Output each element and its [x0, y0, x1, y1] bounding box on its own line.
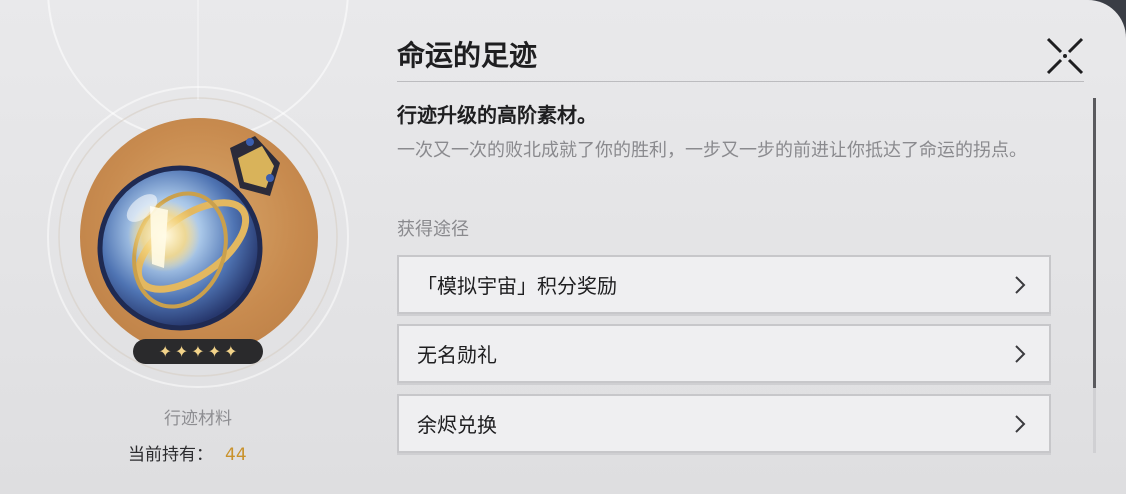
owned-count-row: 当前持有： 44	[128, 440, 247, 465]
item-subtitle: 行迹升级的高阶素材。	[397, 103, 597, 127]
close-button[interactable]	[1044, 35, 1086, 77]
star-icon: ✦	[191, 342, 205, 361]
chevron-right-icon	[1005, 344, 1035, 364]
sources-heading: 获得途径	[397, 219, 469, 240]
item-description: 一次又一次的败北成就了你的胜利，一步又一步的前进让你抵达了命运的拐点。	[397, 140, 1027, 161]
source-button-nameless-honor[interactable]: 无名勋礼	[397, 324, 1051, 383]
title-divider	[397, 81, 1084, 82]
item-detail-panel: ✦ ✦ ✦ ✦ ✦ 行迹材料 当前持有： 44 命运的足迹 行迹升级的高阶素材。 一次又一…	[0, 0, 1126, 494]
owned-count: 44	[225, 445, 247, 465]
source-label: 无名勋礼	[417, 343, 497, 367]
chevron-right-icon	[1005, 275, 1035, 295]
source-button-embers-exchange[interactable]: 余烬兑换	[397, 394, 1051, 453]
scrollbar-thumb[interactable]	[1093, 98, 1096, 388]
source-label: 余烬兑换	[417, 413, 497, 437]
owned-label: 当前持有：	[128, 445, 213, 465]
star-icon: ✦	[207, 342, 222, 361]
source-button-simulated-universe[interactable]: 「模拟宇宙」积分奖励	[397, 255, 1051, 314]
rarity-stars: ✦ ✦ ✦ ✦ ✦	[133, 339, 263, 364]
item-category: 行迹材料	[164, 409, 232, 429]
star-icon: ✦	[174, 342, 189, 361]
item-title: 命运的足迹	[397, 39, 538, 72]
source-label: 「模拟宇宙」积分奖励	[417, 274, 617, 298]
star-icon: ✦	[224, 342, 238, 361]
star-icon: ✦	[158, 342, 172, 361]
item-image	[80, 118, 318, 356]
chevron-right-icon	[1005, 414, 1035, 434]
crystal-orb-item-icon	[97, 136, 280, 331]
close-x-icon	[1046, 37, 1084, 75]
